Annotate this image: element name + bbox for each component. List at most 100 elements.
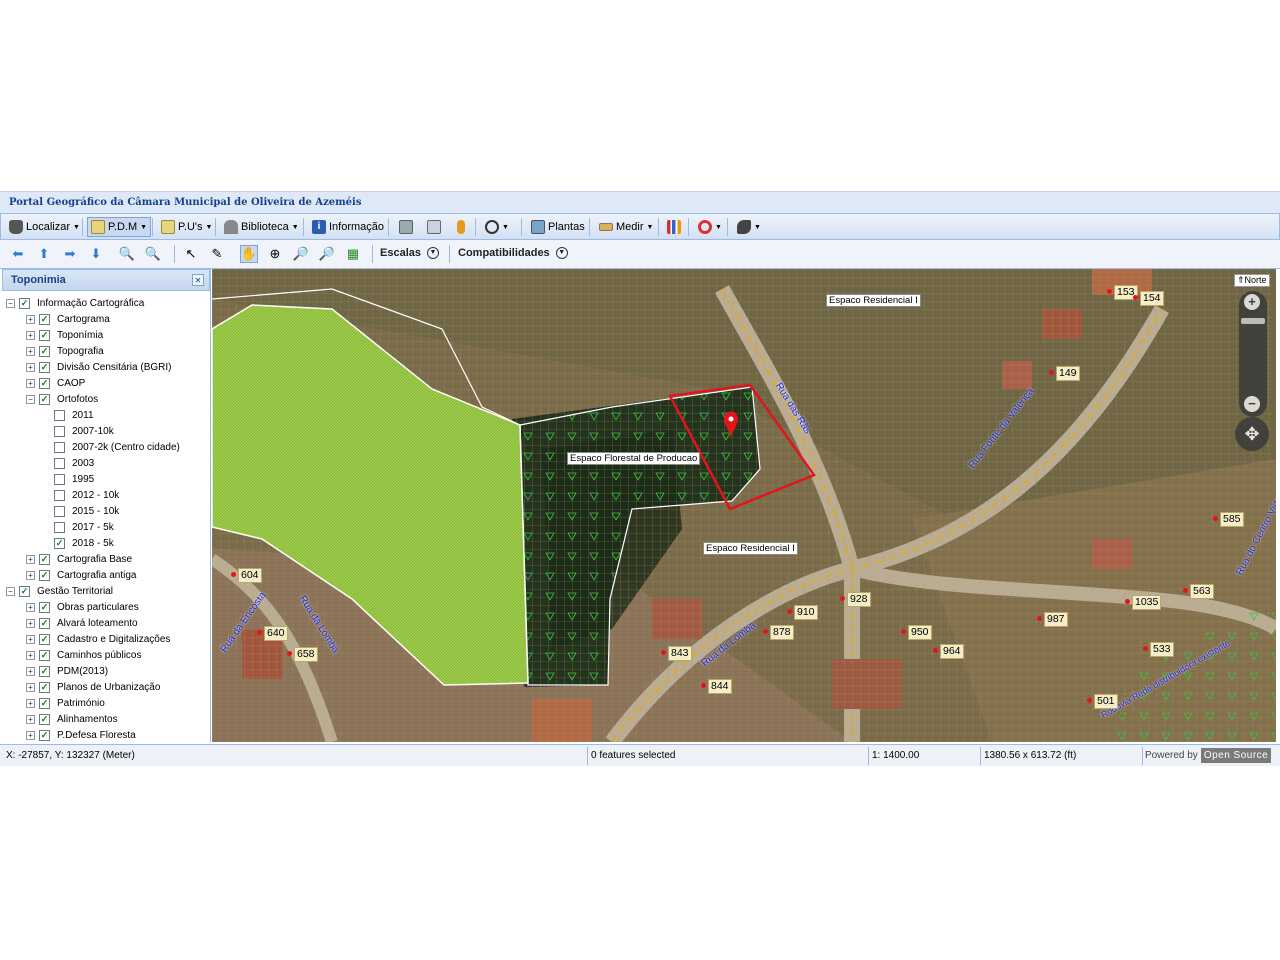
layer-checkbox[interactable]: [54, 409, 65, 421]
layer-tree-node[interactable]: + ✓ Cartografia Base: [26, 551, 132, 567]
layer-tree-node[interactable]: 2007-10k: [54, 423, 114, 439]
identify-button[interactable]: ▦: [344, 245, 362, 263]
zoom-previous-button[interactable]: 🔍: [144, 245, 162, 263]
expand-icon[interactable]: +: [26, 682, 35, 692]
zoom-out-control[interactable]: −: [1244, 396, 1260, 412]
layer-tree-node[interactable]: 2011: [54, 407, 94, 423]
expand-icon[interactable]: +: [26, 634, 35, 644]
layer-checkbox[interactable]: ✓: [39, 345, 50, 357]
layer-tree-node[interactable]: + ✓ Cartograma: [26, 311, 110, 327]
map-canvas[interactable]: [212, 269, 1276, 742]
tools-menu-button[interactable]: ▼: [733, 217, 765, 237]
gps-menu-button[interactable]: ▼: [481, 217, 513, 237]
zoom-box-button[interactable]: ⊕: [266, 245, 284, 263]
collapse-icon[interactable]: −: [26, 394, 35, 404]
pan-hand-button[interactable]: ✋: [240, 245, 258, 263]
layer-tree-node[interactable]: 2003: [54, 455, 94, 471]
expand-icon[interactable]: +: [26, 714, 35, 724]
expand-icon[interactable]: +: [26, 666, 35, 676]
layer-tree-node[interactable]: + ✓ Obras particulares: [26, 599, 139, 615]
zoom-out-button[interactable]: 🔎: [318, 245, 336, 263]
pan-west-button[interactable]: ⬅: [9, 245, 27, 263]
layer-checkbox[interactable]: ✓: [39, 697, 50, 709]
layer-checkbox[interactable]: [54, 457, 65, 469]
localizar-menu-button[interactable]: Localizar ▼: [5, 217, 84, 237]
street-view-button[interactable]: [453, 217, 469, 237]
expand-icon[interactable]: +: [26, 346, 35, 356]
layer-tree-node[interactable]: 2012 - 10k: [54, 487, 119, 503]
layer-tree-node[interactable]: + ✓ Alinhamentos: [26, 711, 118, 727]
layer-checkbox[interactable]: [54, 505, 65, 517]
layer-tree-node[interactable]: + ✓ P.Defesa Floresta: [26, 727, 136, 743]
layer-tree-node[interactable]: + ✓ Caminhos públicos: [26, 647, 142, 663]
escalas-dropdown[interactable]: Escalas ▼: [380, 247, 439, 259]
layer-tree-node[interactable]: + ✓ Património: [26, 695, 105, 711]
layer-checkbox[interactable]: ✓: [39, 649, 50, 661]
expand-icon[interactable]: +: [26, 314, 35, 324]
print-button[interactable]: [395, 217, 417, 237]
compatibilidades-dropdown[interactable]: Compatibilidades ▼: [458, 247, 568, 259]
layer-checkbox[interactable]: ✓: [39, 329, 50, 341]
expand-icon[interactable]: +: [26, 650, 35, 660]
layer-tree-node[interactable]: − ✓ Informação Cartográfica: [6, 295, 144, 311]
layer-checkbox[interactable]: ✓: [39, 313, 50, 325]
help-menu-button[interactable]: ▼: [694, 217, 726, 237]
zoom-slider-thumb[interactable]: [1241, 318, 1265, 324]
layer-checkbox[interactable]: [54, 473, 65, 485]
layer-checkbox[interactable]: ✓: [39, 729, 50, 741]
pus-menu-button[interactable]: P.U's ▼: [157, 217, 216, 237]
expand-icon[interactable]: +: [26, 554, 35, 564]
statistics-button[interactable]: [663, 217, 685, 237]
collapse-icon[interactable]: −: [6, 586, 15, 596]
layer-checkbox[interactable]: ✓: [39, 617, 50, 629]
layer-tree-node[interactable]: − ✓ Ortofotos: [26, 391, 98, 407]
expand-icon[interactable]: +: [26, 378, 35, 388]
layer-tree-node[interactable]: 2007-2k (Centro cidade): [54, 439, 180, 455]
select-button[interactable]: ↖: [182, 245, 200, 263]
layer-tree-node[interactable]: + ✓ Alvará loteamento: [26, 615, 138, 631]
zoom-slider[interactable]: + −: [1239, 291, 1267, 417]
medir-menu-button[interactable]: Medir ▼: [595, 217, 657, 237]
pan-east-button[interactable]: ➡: [61, 245, 79, 263]
plantas-button[interactable]: Plantas: [527, 217, 589, 237]
layer-tree-node[interactable]: + ✓ Cadastro e Digitalizações: [26, 631, 170, 647]
layer-checkbox[interactable]: ✓: [39, 553, 50, 565]
layer-checkbox[interactable]: ✓: [39, 393, 50, 405]
expand-icon[interactable]: +: [26, 730, 35, 740]
layer-checkbox[interactable]: [54, 425, 65, 437]
layer-tree-node[interactable]: + ✓ Cartografia antiga: [26, 567, 137, 583]
map-view[interactable]: Espaco Residencial I Espaco Florestal de…: [212, 269, 1276, 742]
zoom-extent-button[interactable]: 🔍: [118, 245, 136, 263]
biblioteca-menu-button[interactable]: Biblioteca ▼: [220, 217, 303, 237]
layer-checkbox[interactable]: [54, 489, 65, 501]
layer-tree-node[interactable]: 2017 - 5k: [54, 519, 114, 535]
layer-checkbox[interactable]: ✓: [54, 537, 65, 549]
scanner-button[interactable]: [423, 217, 445, 237]
expand-icon[interactable]: +: [26, 362, 35, 372]
layer-tree-node[interactable]: + ✓ Planos de Urbanização: [26, 679, 160, 695]
zoom-in-control[interactable]: +: [1244, 294, 1260, 310]
layer-checkbox[interactable]: ✓: [19, 297, 30, 309]
layer-checkbox[interactable]: ✓: [39, 601, 50, 613]
expand-icon[interactable]: +: [26, 330, 35, 340]
expand-icon[interactable]: +: [26, 602, 35, 612]
expand-icon[interactable]: +: [26, 570, 35, 580]
layer-checkbox[interactable]: ✓: [19, 585, 30, 597]
layer-tree-node[interactable]: + ✓ Topografia: [26, 343, 104, 359]
pan-north-button[interactable]: ⬆: [35, 245, 53, 263]
layer-tree-node[interactable]: + ✓ Toponímia: [26, 327, 103, 343]
layer-checkbox[interactable]: ✓: [39, 713, 50, 725]
expand-icon[interactable]: +: [26, 618, 35, 628]
informacao-button[interactable]: i Informação: [308, 217, 388, 237]
layer-tree-node[interactable]: 2015 - 10k: [54, 503, 119, 519]
layer-checkbox[interactable]: ✓: [39, 665, 50, 677]
layer-checkbox[interactable]: [54, 521, 65, 533]
layer-tree-node[interactable]: ✓ 2018 - 5k: [54, 535, 114, 551]
close-panel-button[interactable]: ✕: [192, 274, 204, 286]
layer-checkbox[interactable]: [54, 441, 65, 453]
expand-icon[interactable]: +: [26, 698, 35, 708]
layer-checkbox[interactable]: ✓: [39, 361, 50, 373]
layer-checkbox[interactable]: ✓: [39, 569, 50, 581]
pan-control[interactable]: ✥: [1235, 417, 1269, 451]
collapse-icon[interactable]: −: [6, 298, 15, 308]
